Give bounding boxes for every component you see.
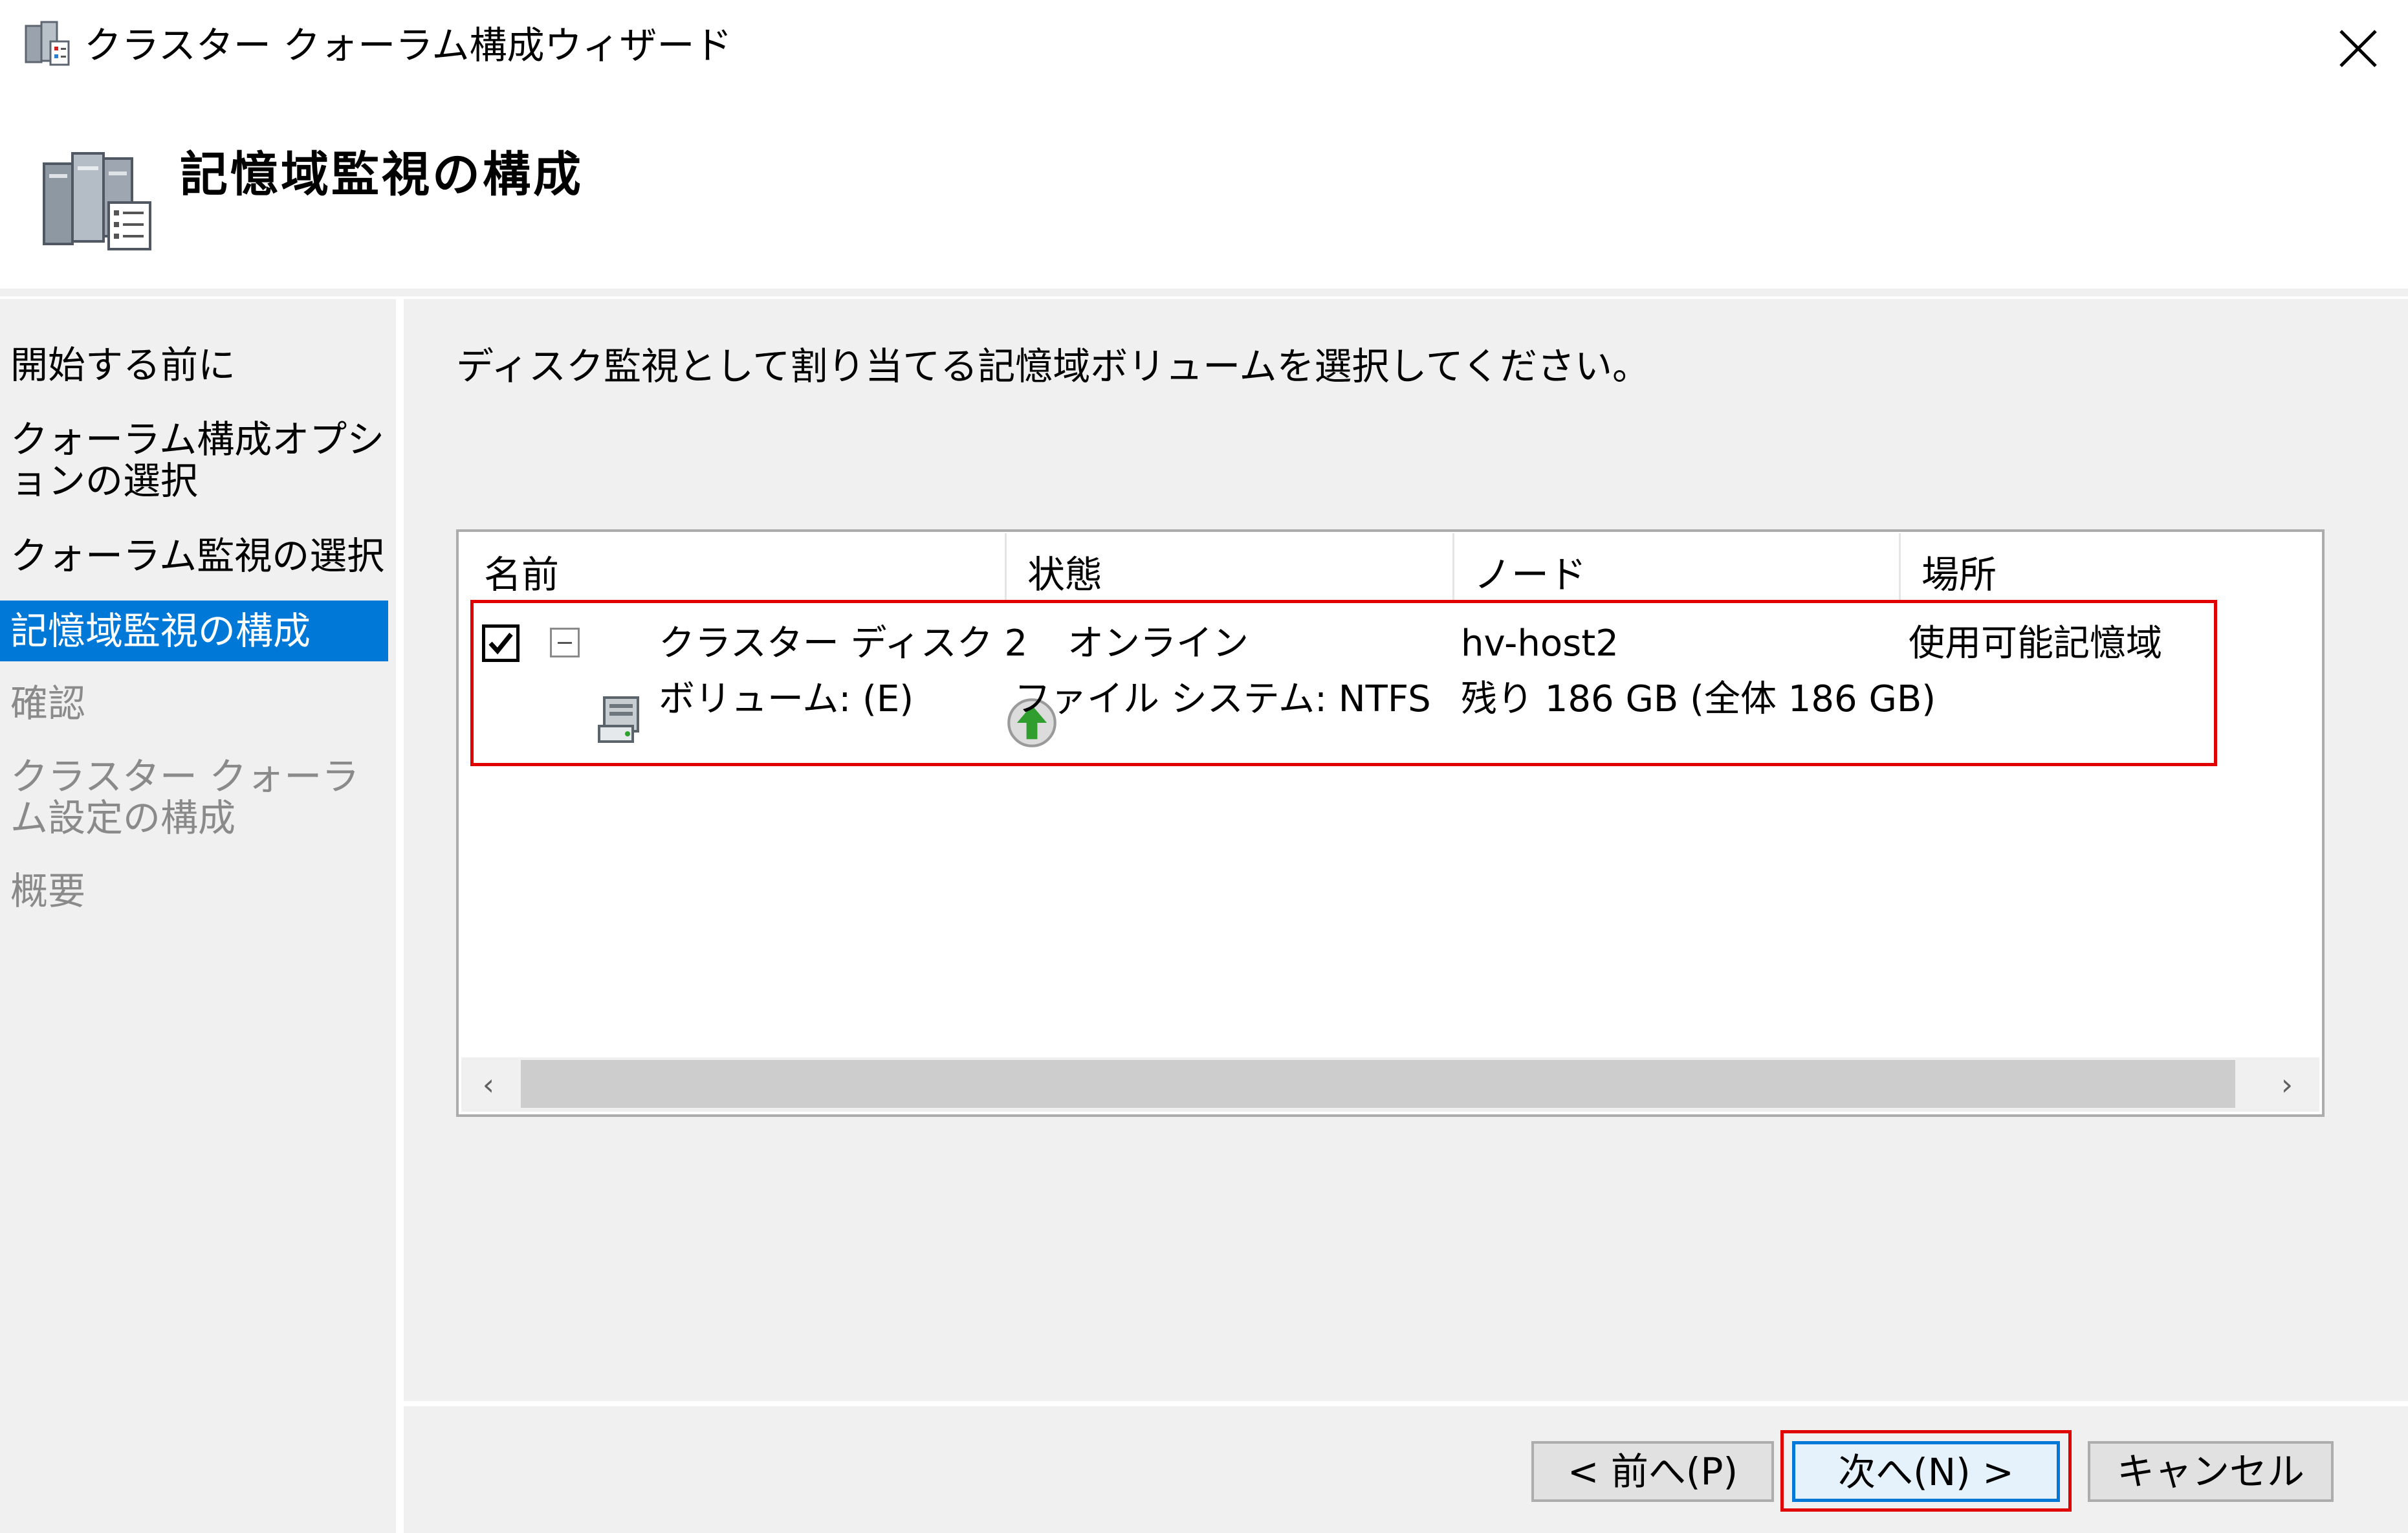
volume-name: ボリューム: (E) <box>659 678 914 720</box>
step-select-quorum-witness[interactable]: クォーラム監視の選択 <box>10 535 386 577</box>
storage-volume-list[interactable] <box>456 529 2325 1117</box>
close-icon[interactable] <box>2323 13 2394 84</box>
cluster-wizard-icon <box>25 21 70 66</box>
volume-capacity: 残り 186 GB (全体 186 GB) <box>1461 678 1936 720</box>
checkbox-checked-icon <box>488 632 513 655</box>
step-select-quorum-option[interactable]: クォーラム構成オプションの選択 <box>10 419 386 502</box>
instruction-text: ディスク監視として割り当てる記憶域ボリュームを選択してください。 <box>456 344 1650 388</box>
step-configure-cluster-quorum: クラスター クォーラム設定の構成 <box>10 755 360 840</box>
step-summary: 概要 <box>10 869 86 913</box>
step-confirmation: 確認 <box>10 681 86 725</box>
column-header-name[interactable]: 名前 <box>484 549 559 601</box>
column-header-location[interactable]: 場所 <box>1921 549 1997 601</box>
disk-node: hv-host2 <box>1461 623 1619 665</box>
column-header-node[interactable]: ノード <box>1474 549 1586 601</box>
scroll-right-icon[interactable]: › <box>2264 1061 2310 1108</box>
column-header-status[interactable]: 状態 <box>1027 549 1102 601</box>
next-button[interactable]: 次へ(N) > <box>1792 1441 2060 1502</box>
scroll-left-icon[interactable]: ‹ <box>466 1061 511 1108</box>
window-title: クラスター クォーラム構成ウィザード <box>84 23 732 67</box>
disk-status: オンライン <box>1067 623 1249 665</box>
disk-volume-icon <box>598 696 639 743</box>
volume-filesystem: ファイル システム: NTFS <box>1014 678 1431 720</box>
storage-config-icon <box>43 152 151 250</box>
disk-select-checkbox[interactable] <box>482 624 520 662</box>
scrollbar-thumb[interactable] <box>521 1060 2235 1108</box>
disk-location: 使用可能記憶域 <box>1909 623 2162 665</box>
column-separator[interactable] <box>1452 533 1454 601</box>
page-title: 記憶域監視の構成 <box>180 147 584 203</box>
footer-divider <box>404 1401 2408 1406</box>
cancel-button[interactable]: キャンセル <box>2088 1441 2334 1502</box>
header-divider <box>0 289 2408 296</box>
collapse-icon[interactable] <box>550 628 580 657</box>
column-separator[interactable] <box>1899 533 1901 601</box>
step-configure-storage-witness[interactable]: 記憶域監視の構成 <box>0 601 388 661</box>
column-separator[interactable] <box>1005 533 1007 601</box>
disk-name[interactable]: クラスター ディスク 2 <box>659 621 1027 667</box>
prev-button[interactable]: < 前へ(P) <box>1531 1441 1774 1502</box>
sidebar-divider <box>396 299 404 1533</box>
step-before-you-begin[interactable]: 開始する前に <box>10 344 386 386</box>
